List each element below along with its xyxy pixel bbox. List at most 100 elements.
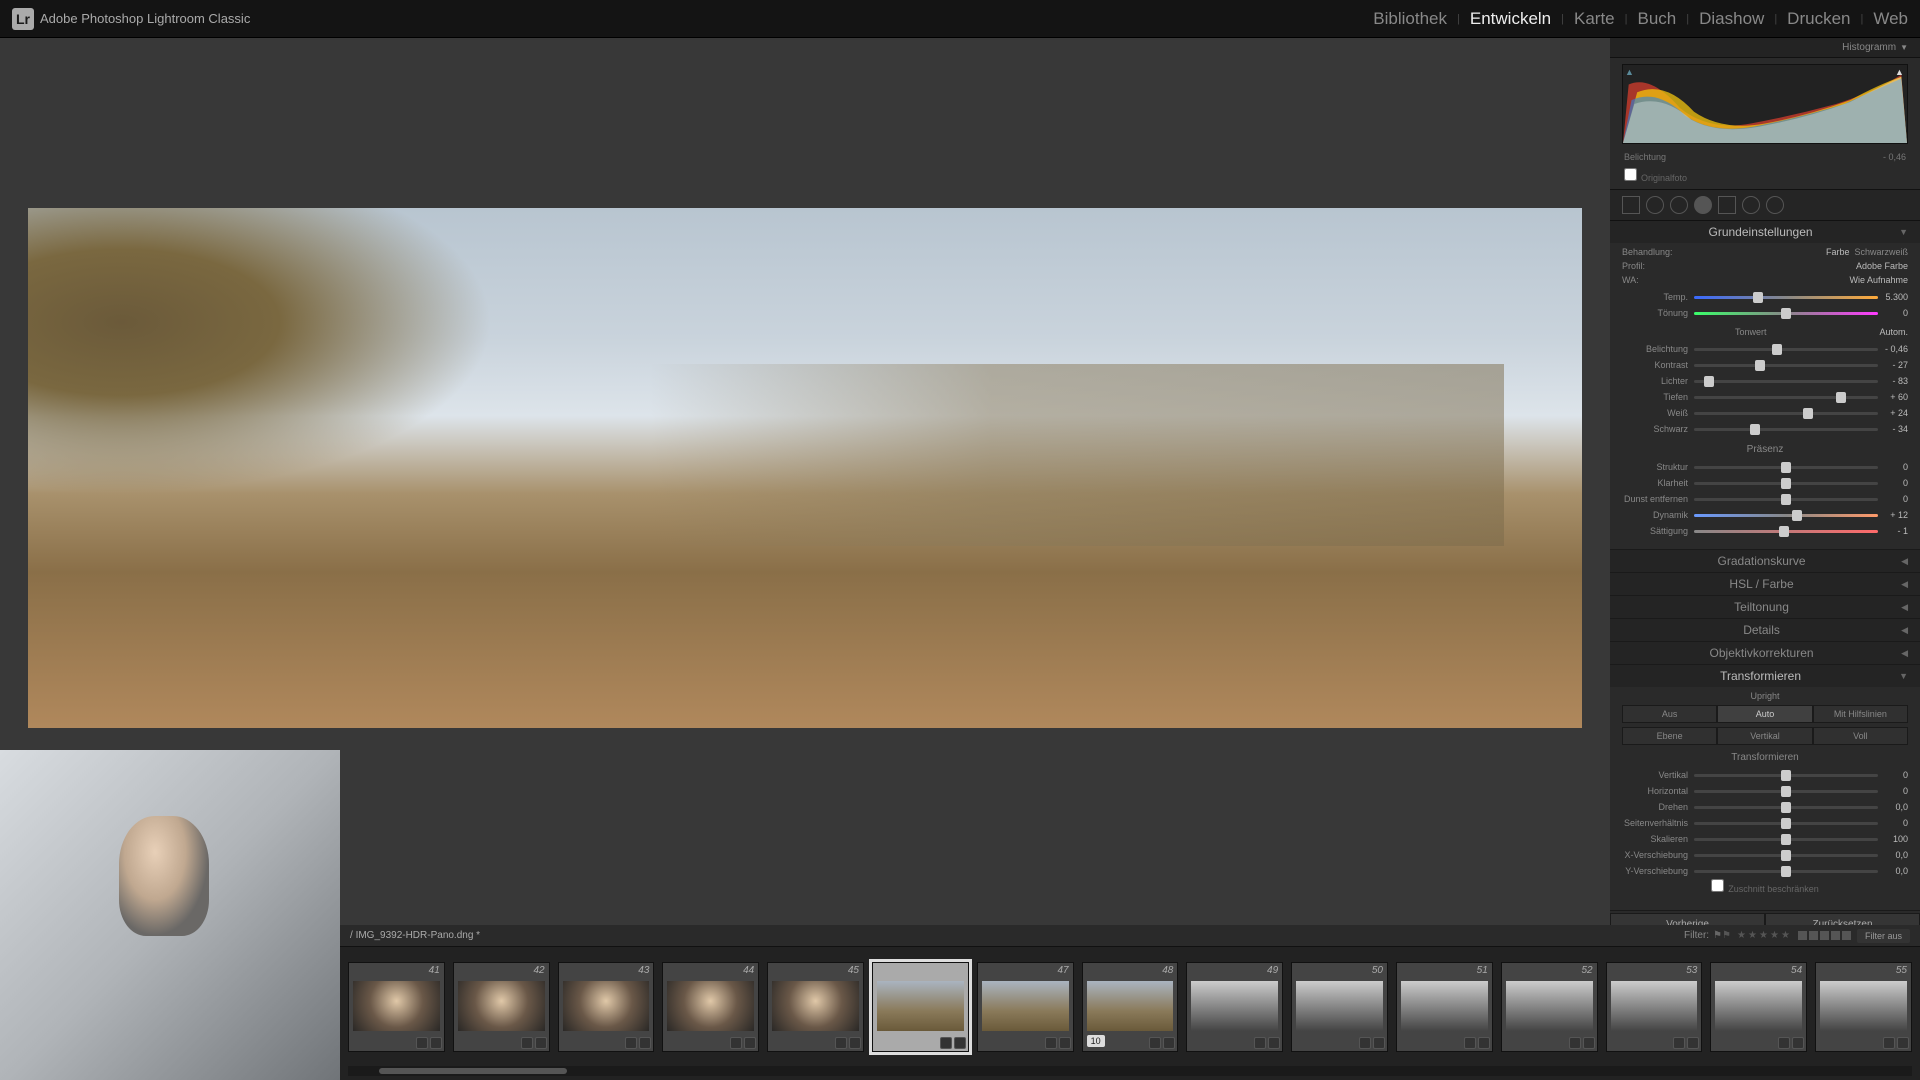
original-photo-toggle[interactable]: Originalfoto [1610,168,1920,189]
texture-slider[interactable]: Struktur0 [1622,459,1908,475]
badge-icon[interactable] [1045,1037,1057,1049]
auto-tone-button[interactable]: Autom. [1879,327,1908,337]
flag-reject-icon[interactable]: ⚑ [1722,930,1731,941]
histogram-header[interactable]: Histogramm▼ [1610,38,1920,58]
upright-auto[interactable]: Auto [1717,705,1812,723]
module-bibliothek[interactable]: Bibliothek [1373,9,1447,29]
thumbnail[interactable]: 46 [872,962,969,1052]
thumbnail[interactable]: 43 [558,962,655,1052]
badge-icon[interactable] [744,1037,756,1049]
badge-icon[interactable] [1464,1037,1476,1049]
thumbnail[interactable]: 50 [1291,962,1388,1052]
thumbnail[interactable]: 51 [1396,962,1493,1052]
treatment-bw[interactable]: Schwarzweiß [1854,247,1908,257]
badge-icon[interactable] [1583,1037,1595,1049]
thumbnail[interactable]: 42 [453,962,550,1052]
upright-off[interactable]: Aus [1622,705,1717,723]
badge-icon[interactable] [1373,1037,1385,1049]
upright-guided[interactable]: Mit Hilfslinien [1813,705,1908,723]
badge-icon[interactable] [1359,1037,1371,1049]
thumbnail[interactable]: 45 [767,962,864,1052]
badge-icon[interactable] [1673,1037,1685,1049]
thumbnail[interactable]: 4810 [1082,962,1179,1052]
spot-tool-icon[interactable] [1646,196,1664,214]
transform-vertical-slider[interactable]: Vertikal0 [1622,767,1908,783]
badge-icon[interactable] [1569,1037,1581,1049]
thumbnail[interactable]: 47 [977,962,1074,1052]
shadows-slider[interactable]: Tiefen+ 60 [1622,389,1908,405]
module-karte[interactable]: Karte [1574,9,1615,29]
blacks-slider[interactable]: Schwarz- 34 [1622,421,1908,437]
module-drucken[interactable]: Drucken [1787,9,1850,29]
photo-preview[interactable] [28,208,1582,728]
module-diashow[interactable]: Diashow [1699,9,1764,29]
badge-icon[interactable] [521,1037,533,1049]
badge-icon[interactable] [835,1037,847,1049]
whites-slider[interactable]: Weiß+ 24 [1622,405,1908,421]
hsl-panel-header[interactable]: HSL / Farbe◀ [1610,573,1920,595]
transform-xoffset-slider[interactable]: X-Verschiebung0,0 [1622,847,1908,863]
badge-icon[interactable] [940,1037,952,1049]
mask-tool-icon[interactable] [1694,196,1712,214]
grad-tool-icon[interactable] [1718,196,1736,214]
transform-horizontal-slider[interactable]: Horizontal0 [1622,783,1908,799]
badge-icon[interactable] [430,1037,442,1049]
badge-icon[interactable] [1478,1037,1490,1049]
shadow-clip-icon[interactable]: ▲ [1625,67,1635,77]
temp-slider[interactable]: Temp.5.300 [1622,289,1908,305]
treatment-color[interactable]: Farbe [1826,247,1850,257]
constrain-crop-toggle[interactable]: Zuschnitt beschränken [1622,879,1908,900]
tone-curve-panel-header[interactable]: Gradationskurve◀ [1610,550,1920,572]
wb-row[interactable]: WA:Wie Aufnahme [1622,275,1908,285]
thumbnail[interactable]: 41 [348,962,445,1052]
exposure-slider[interactable]: Belichtung- 0,46 [1622,341,1908,357]
badge-icon[interactable] [639,1037,651,1049]
rating-filter[interactable]: ★★★★★ [1737,930,1792,941]
filmstrip[interactable]: 41424344454647481049505152535455 [340,947,1920,1066]
upright-full[interactable]: Voll [1813,727,1908,745]
filmstrip-scrollbar[interactable] [348,1066,1912,1076]
badge-icon[interactable] [1792,1037,1804,1049]
thumbnail[interactable]: 55 [1815,962,1912,1052]
thumbnail[interactable]: 53 [1606,962,1703,1052]
badge-icon[interactable] [1163,1037,1175,1049]
badge-icon[interactable] [849,1037,861,1049]
dehaze-slider[interactable]: Dunst entfernen0 [1622,491,1908,507]
badge-icon[interactable] [1883,1037,1895,1049]
upright-level[interactable]: Ebene [1622,727,1717,745]
color-label-filter[interactable] [1798,931,1851,940]
stack-badge[interactable]: 10 [1087,1035,1105,1047]
thumbnail[interactable]: 54 [1710,962,1807,1052]
radial-tool-icon[interactable] [1742,196,1760,214]
lens-panel-header[interactable]: Objektivkorrekturen◀ [1610,642,1920,664]
module-buch[interactable]: Buch [1638,9,1677,29]
badge-icon[interactable] [416,1037,428,1049]
badge-icon[interactable] [1268,1037,1280,1049]
badge-icon[interactable] [1778,1037,1790,1049]
transform-panel-header[interactable]: Transformieren▼ [1610,665,1920,687]
upright-segments-2[interactable]: Ebene Vertikal Voll [1622,727,1908,745]
badge-icon[interactable] [1254,1037,1266,1049]
redeye-tool-icon[interactable] [1670,196,1688,214]
constrain-checkbox[interactable] [1711,879,1724,892]
histogram[interactable]: ▲ ▲ [1622,64,1908,144]
clarity-slider[interactable]: Klarheit0 [1622,475,1908,491]
transform-scale-slider[interactable]: Skalieren100 [1622,831,1908,847]
crop-tool-icon[interactable] [1622,196,1640,214]
badge-icon[interactable] [1897,1037,1909,1049]
badge-icon[interactable] [1687,1037,1699,1049]
badge-icon[interactable] [1059,1037,1071,1049]
contrast-slider[interactable]: Kontrast- 27 [1622,357,1908,373]
saturation-slider[interactable]: Sättigung- 1 [1622,523,1908,539]
badge-icon[interactable] [535,1037,547,1049]
upright-vertical[interactable]: Vertikal [1717,727,1812,745]
flag-filter-icon[interactable]: ⚑ [1713,930,1722,941]
tint-slider[interactable]: Tönung0 [1622,305,1908,321]
transform-aspect-slider[interactable]: Seitenverhältnis0 [1622,815,1908,831]
vibrance-slider[interactable]: Dynamik+ 12 [1622,507,1908,523]
filter-off-chip[interactable]: Filter aus [1857,929,1910,943]
detail-panel-header[interactable]: Details◀ [1610,619,1920,641]
transform-yoffset-slider[interactable]: Y-Verschiebung0,0 [1622,863,1908,879]
basic-panel-header[interactable]: Grundeinstellungen▼ [1610,221,1920,243]
highlights-slider[interactable]: Lichter- 83 [1622,373,1908,389]
